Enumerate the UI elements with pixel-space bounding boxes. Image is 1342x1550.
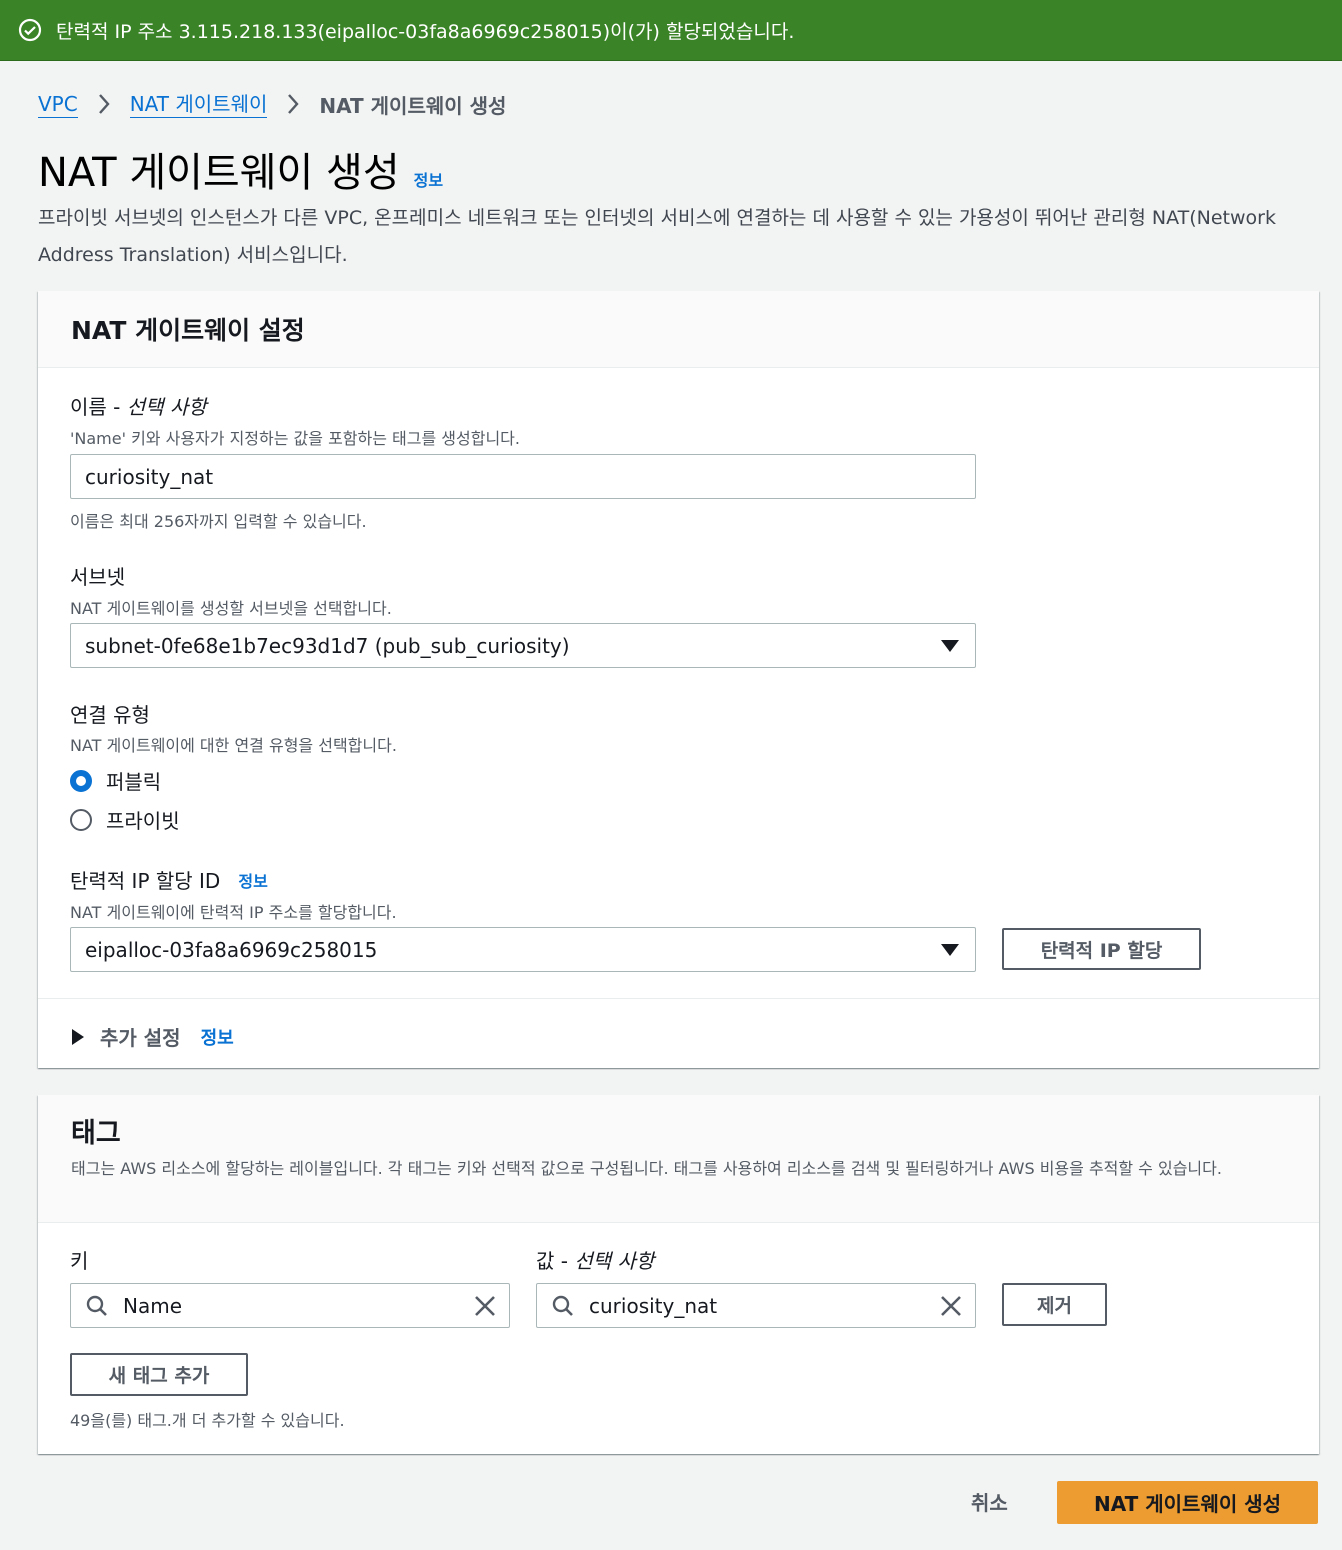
subnet-select[interactable]: subnet-0fe68e1b7ec93d1d7 (pub_sub_curios…: [70, 623, 976, 668]
breadcrumb-current: NAT 게이트웨이 생성: [319, 93, 507, 118]
subnet-description: NAT 게이트웨이를 생성할 서브넷을 선택합니다.: [70, 599, 392, 618]
chevron-right-icon: [267, 93, 319, 115]
radio-private[interactable]: 프라이빗: [70, 805, 180, 834]
tag-key-input[interactable]: Name: [70, 1283, 510, 1328]
search-icon: [552, 1295, 573, 1316]
name-constraint: 이름은 최대 256자까지 입력할 수 있습니다.: [70, 512, 367, 531]
check-circle-icon: [18, 18, 42, 42]
caret-right-icon: [72, 1028, 84, 1045]
name-input[interactable]: curiosity_nat: [70, 454, 976, 499]
breadcrumb: VPC NAT 게이트웨이 NAT 게이트웨이 생성: [38, 88, 506, 120]
eip-select[interactable]: eipalloc-03fa8a6969c258015: [70, 927, 976, 972]
tag-key-label: 키: [70, 1249, 89, 1273]
close-icon[interactable]: [473, 1294, 497, 1318]
breadcrumb-nat-gateways[interactable]: NAT 게이트웨이: [129, 91, 268, 118]
caret-down-icon: [941, 944, 959, 956]
panel-header: 태그 태그는 AWS 리소스에 할당하는 레이블입니다. 각 태그는 키와 선택…: [38, 1095, 1319, 1223]
remove-tag-button[interactable]: 제거: [1002, 1283, 1107, 1326]
tags-description: 태그는 AWS 리소스에 할당하는 레이블입니다. 각 태그는 키와 선택적 값…: [71, 1159, 1222, 1178]
page-header: NAT 게이트웨이 생성 정보: [38, 140, 443, 198]
tags-panel: 태그 태그는 AWS 리소스에 할당하는 레이블입니다. 각 태그는 키와 선택…: [38, 1095, 1319, 1454]
eip-label: 탄력적 IP 할당 ID 정보: [70, 868, 268, 893]
additional-info-link[interactable]: 정보: [201, 1024, 234, 1050]
chevron-right-icon: [78, 93, 130, 115]
connectivity-label: 연결 유형: [70, 703, 150, 727]
cancel-button[interactable]: 취소: [971, 1487, 1008, 1516]
radio-selected-icon: [70, 769, 92, 792]
connectivity-description: NAT 게이트웨이에 대한 연결 유형을 선택합니다.: [70, 736, 397, 755]
panel-title: NAT 게이트웨이 설정: [71, 316, 305, 345]
name-label: 이름 - 선택 사항: [70, 395, 207, 419]
success-flashbar: 탄력적 IP 주소 3.115.218.133(eipalloc-03fa8a6…: [0, 0, 1342, 61]
subnet-label: 서브넷: [70, 565, 126, 589]
tag-value-input[interactable]: curiosity_nat: [536, 1283, 976, 1328]
search-icon: [86, 1295, 107, 1316]
tag-value-label: 값 - 선택 사항: [536, 1249, 655, 1273]
page-description: 프라이빗 서브넷의 인스턴스가 다른 VPC, 온프레미스 네트워크 또는 인터…: [38, 207, 1276, 266]
additional-settings-expander[interactable]: 추가 설정 정보: [72, 1022, 234, 1051]
info-link[interactable]: 정보: [414, 167, 443, 191]
breadcrumb-vpc[interactable]: VPC: [38, 91, 78, 118]
add-tag-button[interactable]: 새 태그 추가: [70, 1353, 248, 1396]
tags-title: 태그: [71, 1118, 121, 1149]
tags-remaining: 49을(를) 태그.개 더 추가할 수 있습니다.: [70, 1411, 345, 1430]
page-title: NAT 게이트웨이 생성: [38, 150, 400, 196]
eip-description: NAT 게이트웨이에 탄력적 IP 주소를 할당합니다.: [70, 903, 397, 922]
radio-unselected-icon: [70, 808, 92, 831]
caret-down-icon: [941, 640, 959, 652]
create-nat-gateway-button[interactable]: NAT 게이트웨이 생성: [1057, 1481, 1318, 1524]
radio-public[interactable]: 퍼블릭: [70, 766, 161, 795]
name-description: 'Name' 키와 사용자가 지정하는 값을 포함하는 태그를 생성합니다.: [70, 429, 520, 448]
eip-info-link[interactable]: 정보: [238, 868, 267, 892]
close-icon[interactable]: [939, 1294, 963, 1318]
allocate-eip-button[interactable]: 탄력적 IP 할당: [1002, 928, 1201, 970]
panel-header: NAT 게이트웨이 설정: [38, 291, 1319, 368]
nat-gateway-settings-panel: NAT 게이트웨이 설정 이름 - 선택 사항 'Name' 키와 사용자가 지…: [38, 291, 1319, 1068]
flash-message: 탄력적 IP 주소 3.115.218.133(eipalloc-03fa8a6…: [56, 20, 795, 43]
divider: [38, 998, 1319, 999]
